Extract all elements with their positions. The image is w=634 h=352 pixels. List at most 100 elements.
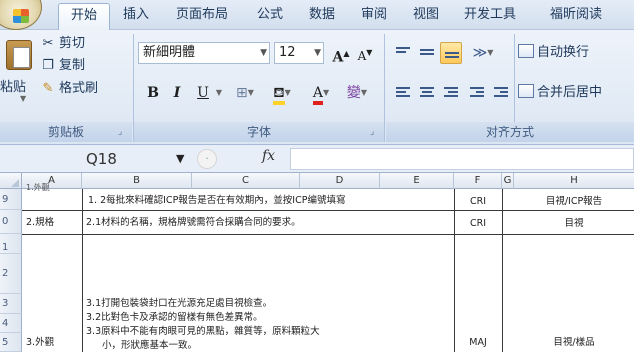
grid-line [454, 189, 455, 352]
align-left-button[interactable] [392, 82, 414, 104]
align-bottom-button[interactable] [440, 42, 462, 64]
decrease-indent-button[interactable] [466, 82, 488, 104]
cell-f9[interactable]: CRI [454, 195, 502, 208]
cell-f15[interactable]: MAJ [454, 336, 502, 349]
formula-input[interactable] [290, 148, 634, 170]
chevron-down-icon[interactable]: ▼ [176, 152, 184, 165]
underline-button[interactable]: U [192, 82, 214, 104]
increase-indent-icon [494, 87, 508, 99]
cell-h10[interactable]: 目視 [514, 217, 634, 230]
merge-center-button[interactable]: 合并后居中 [518, 82, 602, 104]
row-header[interactable]: 0 [0, 210, 22, 234]
tab-insert[interactable]: 插入 [114, 3, 158, 30]
underline-dropdown-icon[interactable]: ▼ [214, 82, 224, 104]
row-header[interactable]: 9 [0, 189, 22, 210]
cut-button[interactable]: ✂ 剪切 [40, 34, 85, 54]
copy-label: 复制 [59, 58, 86, 73]
format-painter-label: 格式刷 [59, 81, 99, 96]
cell-h15[interactable]: 目視/樣品 [514, 336, 634, 349]
cell-b15-continued[interactable]: 小，形狀應基本一致。 [102, 339, 197, 352]
tab-formulas[interactable]: 公式 [248, 3, 292, 30]
tab-data[interactable]: 数据 [300, 3, 344, 30]
align-left-icon [396, 87, 410, 99]
column-header-d[interactable]: D [300, 173, 380, 189]
align-right-button[interactable] [440, 82, 462, 104]
column-header-bar: A B C D E F G H [0, 173, 634, 189]
font-size-value: 12 [279, 45, 296, 60]
paste-dropdown-icon[interactable]: ▼ [20, 94, 26, 103]
cell-b15[interactable]: 3.3原料中不能有肉眼可見的黑點，雜質等，原料顆粒大 [86, 325, 320, 338]
name-box[interactable]: Q18 [20, 148, 190, 170]
grow-font-button[interactable]: A▲ [330, 42, 352, 66]
worksheet-grid[interactable]: A B C D E F G H 9 0 1 2 3 4 5 1.外觀 1. 2每… [0, 173, 634, 352]
cell-a9[interactable]: 1.外觀 [26, 181, 50, 194]
wrap-text-label: 自动换行 [537, 45, 590, 60]
font-color-icon: A [312, 85, 323, 105]
tab-home[interactable]: 开始 [58, 3, 110, 31]
copy-icon: ❐ [42, 58, 54, 73]
office-logo-icon [13, 9, 29, 23]
align-center-button[interactable] [416, 82, 438, 104]
border-button[interactable]: ⊞▼ [230, 82, 260, 104]
row-header[interactable]: 3 [0, 294, 22, 314]
office-button[interactable] [0, 0, 42, 30]
paste-icon[interactable] [6, 40, 32, 70]
row-header[interactable]: 2 [0, 254, 22, 294]
font-size-combo[interactable]: 12 ▼ [274, 42, 324, 64]
bold-button[interactable]: B [142, 82, 164, 104]
tab-foxit-reader[interactable]: 福昕阅读 [536, 3, 616, 30]
font-color-button[interactable]: A▼ [304, 82, 338, 105]
select-all-button[interactable] [0, 173, 22, 189]
row-header[interactable]: 5 [0, 333, 22, 352]
cell-a10[interactable]: 2.規格 [26, 216, 54, 229]
cell-b14[interactable]: 3.2比對色卡及承認的留樣有無色差異常。 [86, 311, 263, 324]
italic-button[interactable]: I [166, 82, 188, 104]
cell-b13[interactable]: 3.1打開包裝袋封口在光源充足處目視檢查。 [86, 297, 272, 310]
insert-function-button[interactable]: fx [262, 148, 275, 164]
tab-review[interactable]: 审阅 [352, 3, 396, 30]
align-bottom-icon [445, 52, 459, 60]
font-launcher-icon[interactable]: ⌟ [370, 127, 374, 137]
font-name-combo[interactable]: 新細明體 ▼ [138, 42, 270, 64]
column-header-e[interactable]: E [380, 173, 454, 189]
phonetic-button[interactable]: 變▼ [342, 82, 372, 104]
grid-line [502, 189, 503, 352]
align-top-button[interactable] [392, 42, 414, 64]
grid-line [22, 234, 634, 235]
phonetic-icon: 變 [346, 85, 361, 101]
align-middle-button[interactable] [416, 42, 438, 64]
chevron-down-icon[interactable]: ▼ [260, 43, 267, 63]
alignment-group-label: 对齐方式 [386, 122, 634, 142]
merge-cells-icon [518, 84, 534, 98]
cell-b10[interactable]: 2.1材料的名稱，規格牌號需符合採購合同的要求。 [86, 216, 301, 229]
cell-f10[interactable]: CRI [454, 217, 502, 230]
tab-view[interactable]: 视图 [404, 3, 448, 30]
column-header-f[interactable]: F [454, 173, 502, 189]
column-header-c[interactable]: C [192, 173, 300, 189]
copy-button[interactable]: ❐ 复制 [40, 56, 85, 76]
cell-h9[interactable]: 目視/ICP報告 [514, 195, 634, 208]
ribbon-tab-bar: 开始 插入 页面布局 公式 数据 审阅 视图 开发工具 福昕阅读 [0, 0, 634, 31]
cell-a15[interactable]: 3.外觀 [26, 336, 54, 349]
shrink-font-button[interactable]: A▼ [354, 42, 376, 64]
cancel-edit-icon[interactable]: · [197, 149, 217, 169]
orientation-button[interactable]: ≫▼ [468, 42, 498, 64]
tab-page-layout[interactable]: 页面布局 [164, 3, 240, 30]
row-header[interactable]: 4 [0, 314, 22, 333]
paint-bucket-icon: ⛾ [273, 85, 285, 105]
increase-indent-button[interactable] [490, 82, 512, 104]
clipboard-launcher-icon[interactable]: ⌟ [118, 127, 122, 137]
chevron-down-icon[interactable]: ▼ [314, 43, 321, 63]
format-painter-button[interactable]: ✎ 格式刷 [40, 79, 98, 99]
border-icon: ⊞ [236, 85, 248, 101]
column-header-g[interactable]: G [502, 173, 514, 189]
row-header[interactable]: 1 [0, 234, 22, 254]
cell-b9[interactable]: 1. 2每批來料確認ICP報告是否在有效期內，並按ICP编號填寫 [88, 194, 345, 207]
paste-button-label[interactable]: 粘贴 [0, 76, 26, 95]
wrap-text-button[interactable]: 自动换行 [518, 42, 589, 64]
fill-color-button[interactable]: ⛾▼ [264, 82, 300, 105]
column-header-b[interactable]: B [82, 173, 192, 189]
align-middle-icon [420, 49, 434, 57]
tab-developer[interactable]: 开发工具 [452, 3, 528, 30]
column-header-h[interactable]: H [514, 173, 634, 189]
